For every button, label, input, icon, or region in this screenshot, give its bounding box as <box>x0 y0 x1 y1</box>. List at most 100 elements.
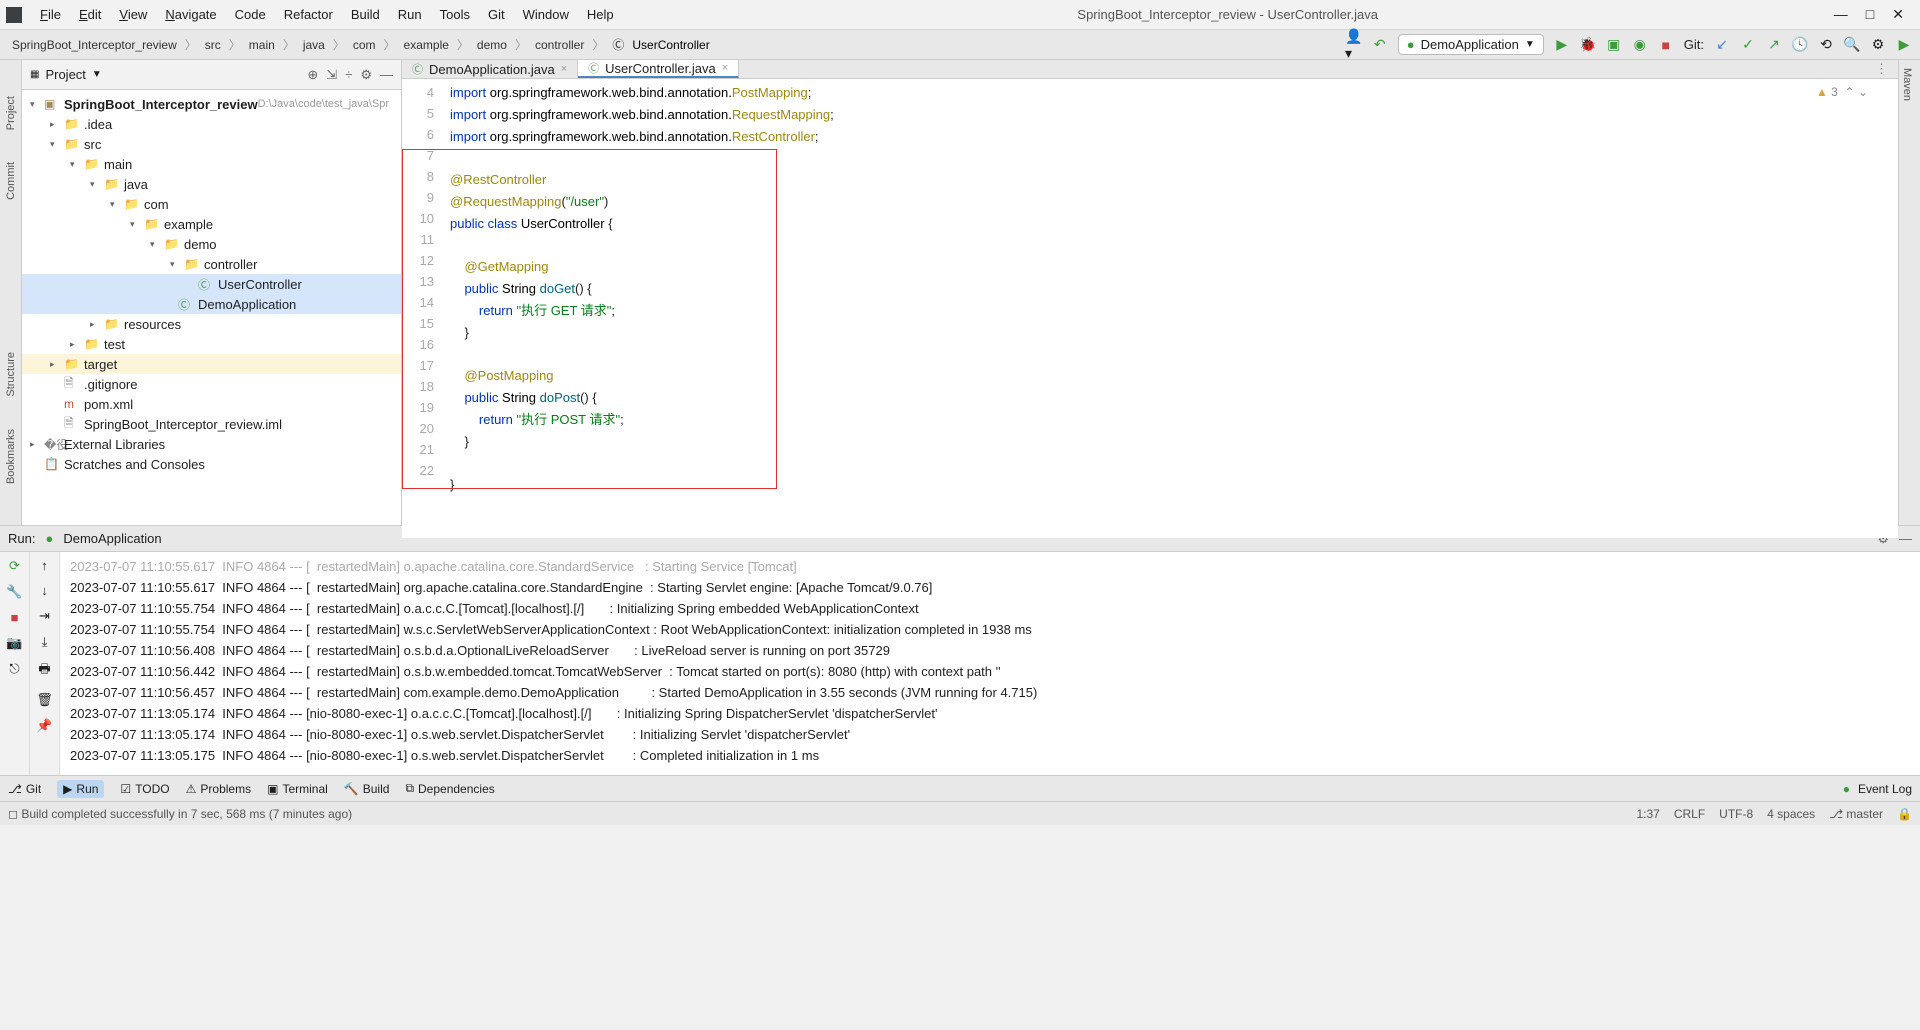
tree-target[interactable]: ▸📁target <box>22 354 401 374</box>
menu-view[interactable]: View <box>111 3 155 26</box>
chevron-down-icon[interactable]: ▼ <box>92 69 102 80</box>
tool-project[interactable]: Project <box>3 90 19 136</box>
coverage-icon[interactable]: ▣ <box>1606 37 1622 53</box>
hide-icon[interactable]: — <box>1899 531 1912 547</box>
menu-refactor[interactable]: Refactor <box>276 3 341 26</box>
run-anything-icon[interactable]: ▶ <box>1896 37 1912 53</box>
debug-icon[interactable]: 🐞 <box>1580 37 1596 53</box>
exit-icon[interactable]: ⎋ <box>9 661 19 677</box>
close-icon[interactable]: ✕ <box>1892 6 1904 23</box>
crumb-com[interactable]: com <box>349 38 380 52</box>
tool-structure[interactable]: Structure <box>3 346 19 403</box>
tool-build[interactable]: 🔨 Build <box>344 782 390 796</box>
collapse-icon[interactable]: ÷ <box>345 67 352 83</box>
git-push-icon[interactable]: ↗ <box>1766 37 1782 53</box>
crumb-src[interactable]: src <box>201 38 225 52</box>
select-opened-icon[interactable]: ⊕ <box>307 67 318 83</box>
menu-code[interactable]: Code <box>227 3 274 26</box>
status-branch[interactable]: ⎇ master <box>1829 807 1883 821</box>
project-tree[interactable]: ▾▣SpringBoot_Interceptor_review D:\Java\… <box>22 90 401 525</box>
crumb-class[interactable]: UserController <box>628 38 713 52</box>
wrench-icon[interactable]: 🔧 <box>6 584 22 600</box>
tree-main[interactable]: ▾📁main <box>22 154 401 174</box>
git-update-icon[interactable]: ↙ <box>1714 37 1730 53</box>
tree-idea[interactable]: ▸📁.idea <box>22 114 401 134</box>
tool-eventlog[interactable]: Event Log <box>1858 782 1912 796</box>
crumb-example[interactable]: example <box>400 38 453 52</box>
tree-controller[interactable]: ▾📁controller <box>22 254 401 274</box>
rerun-icon[interactable]: ⟳ <box>9 558 20 574</box>
crumb-java[interactable]: java <box>299 38 329 52</box>
crumb-project[interactable]: SpringBoot_Interceptor_review <box>8 38 181 52</box>
tab-usercontroller[interactable]: Ⓒ UserController.java × <box>578 60 739 78</box>
menu-help[interactable]: Help <box>579 3 622 26</box>
menu-window[interactable]: Window <box>515 3 577 26</box>
close-tab-icon[interactable]: × <box>722 62 728 74</box>
menu-git[interactable]: Git <box>480 3 513 26</box>
down-icon[interactable]: ↓ <box>41 583 48 598</box>
code-editor[interactable]: import org.springframework.web.bind.anno… <box>442 79 1898 538</box>
tool-commit[interactable]: Commit <box>3 156 19 206</box>
print-icon[interactable]: 🖶 <box>38 660 50 682</box>
profile-icon[interactable]: ◉ <box>1632 37 1648 53</box>
status-cursor-pos[interactable]: 1:37 <box>1636 807 1659 821</box>
tab-menu-icon[interactable]: ⋮ <box>1875 61 1888 77</box>
lock-icon[interactable]: 🔒 <box>1897 807 1912 821</box>
pin-icon[interactable]: 📌 <box>36 718 52 734</box>
back-icon[interactable]: ↶ <box>1372 37 1388 53</box>
tree-demoapp[interactable]: ⒸDemoApplication <box>22 294 401 314</box>
tree-iml[interactable]: 🗎SpringBoot_Interceptor_review.iml <box>22 414 401 434</box>
run-icon[interactable]: ▶ <box>1554 37 1570 53</box>
tree-com[interactable]: ▾📁com <box>22 194 401 214</box>
crumb-controller[interactable]: controller <box>531 38 588 52</box>
menu-navigate[interactable]: Navigate <box>157 3 224 26</box>
status-encoding[interactable]: UTF-8 <box>1719 807 1753 821</box>
tree-root[interactable]: ▾▣SpringBoot_Interceptor_review D:\Java\… <box>22 94 401 114</box>
tool-terminal[interactable]: ▣ Terminal <box>267 782 328 796</box>
maximize-icon[interactable]: □ <box>1866 6 1874 23</box>
tree-java[interactable]: ▾📁java <box>22 174 401 194</box>
menu-run[interactable]: Run <box>390 3 430 26</box>
tool-deps[interactable]: ⧉ Dependencies <box>405 781 494 796</box>
chevron-down-icon[interactable]: ⌄ <box>1858 85 1868 99</box>
chevron-up-icon[interactable]: ⌃ <box>1845 85 1855 99</box>
tool-git[interactable]: ⎇ Git <box>8 782 41 796</box>
tab-demoapplication[interactable]: Ⓒ DemoApplication.java × <box>402 60 578 78</box>
close-tab-icon[interactable]: × <box>561 63 567 75</box>
tree-usercontroller[interactable]: ⒸUserController <box>22 274 401 294</box>
expand-icon[interactable]: ⇲ <box>326 67 337 83</box>
console-output[interactable]: 2023-07-07 11:10:55.617 INFO 4864 --- [ … <box>60 552 1920 775</box>
tree-pom[interactable]: mpom.xml <box>22 394 401 414</box>
tree-gitignore[interactable]: 🗎.gitignore <box>22 374 401 394</box>
stop-icon[interactable]: ■ <box>1658 37 1674 53</box>
stop-icon[interactable]: ■ <box>11 610 19 625</box>
tool-run[interactable]: ▶ Run <box>57 780 104 798</box>
run-config-selector[interactable]: ● DemoApplication ▼ <box>1398 34 1544 55</box>
git-history-icon[interactable]: 🕓 <box>1792 37 1808 53</box>
editor-body[interactable]: ▲ 3 ⌃ ⌄ 45678910111213141516171819202122… <box>402 79 1898 538</box>
tree-example[interactable]: ▾📁example <box>22 214 401 234</box>
crumb-demo[interactable]: demo <box>473 38 511 52</box>
user-icon[interactable]: 👤▾ <box>1346 37 1362 53</box>
tree-src[interactable]: ▾📁src <box>22 134 401 154</box>
gear-icon[interactable]: ⚙ <box>360 67 372 83</box>
git-revert-icon[interactable]: ⟲ <box>1818 37 1834 53</box>
up-icon[interactable]: ↑ <box>41 558 48 573</box>
tree-demo[interactable]: ▾📁demo <box>22 234 401 254</box>
hide-icon[interactable]: — <box>380 67 393 83</box>
tool-todo[interactable]: ☑ TODO <box>120 782 169 796</box>
tool-maven[interactable]: Maven <box>1899 60 1915 109</box>
menu-tools[interactable]: Tools <box>432 3 478 26</box>
status-square-icon[interactable]: ◻ <box>8 807 18 821</box>
wrap-icon[interactable]: ⇥ <box>39 608 50 624</box>
git-commit-icon[interactable]: ✓ <box>1740 37 1756 53</box>
settings-icon[interactable]: ⚙ <box>1870 37 1886 53</box>
crumb-main[interactable]: main <box>245 38 279 52</box>
problems-badge[interactable]: ▲ 3 ⌃ ⌄ <box>1816 85 1868 99</box>
status-line-separator[interactable]: CRLF <box>1674 807 1705 821</box>
search-icon[interactable]: 🔍 <box>1844 37 1860 53</box>
camera-icon[interactable]: 📷 <box>6 635 22 651</box>
menu-edit[interactable]: Edit <box>71 3 109 26</box>
tree-scratches[interactable]: 📋Scratches and Consoles <box>22 454 401 474</box>
tool-bookmarks[interactable]: Bookmarks <box>3 423 19 490</box>
